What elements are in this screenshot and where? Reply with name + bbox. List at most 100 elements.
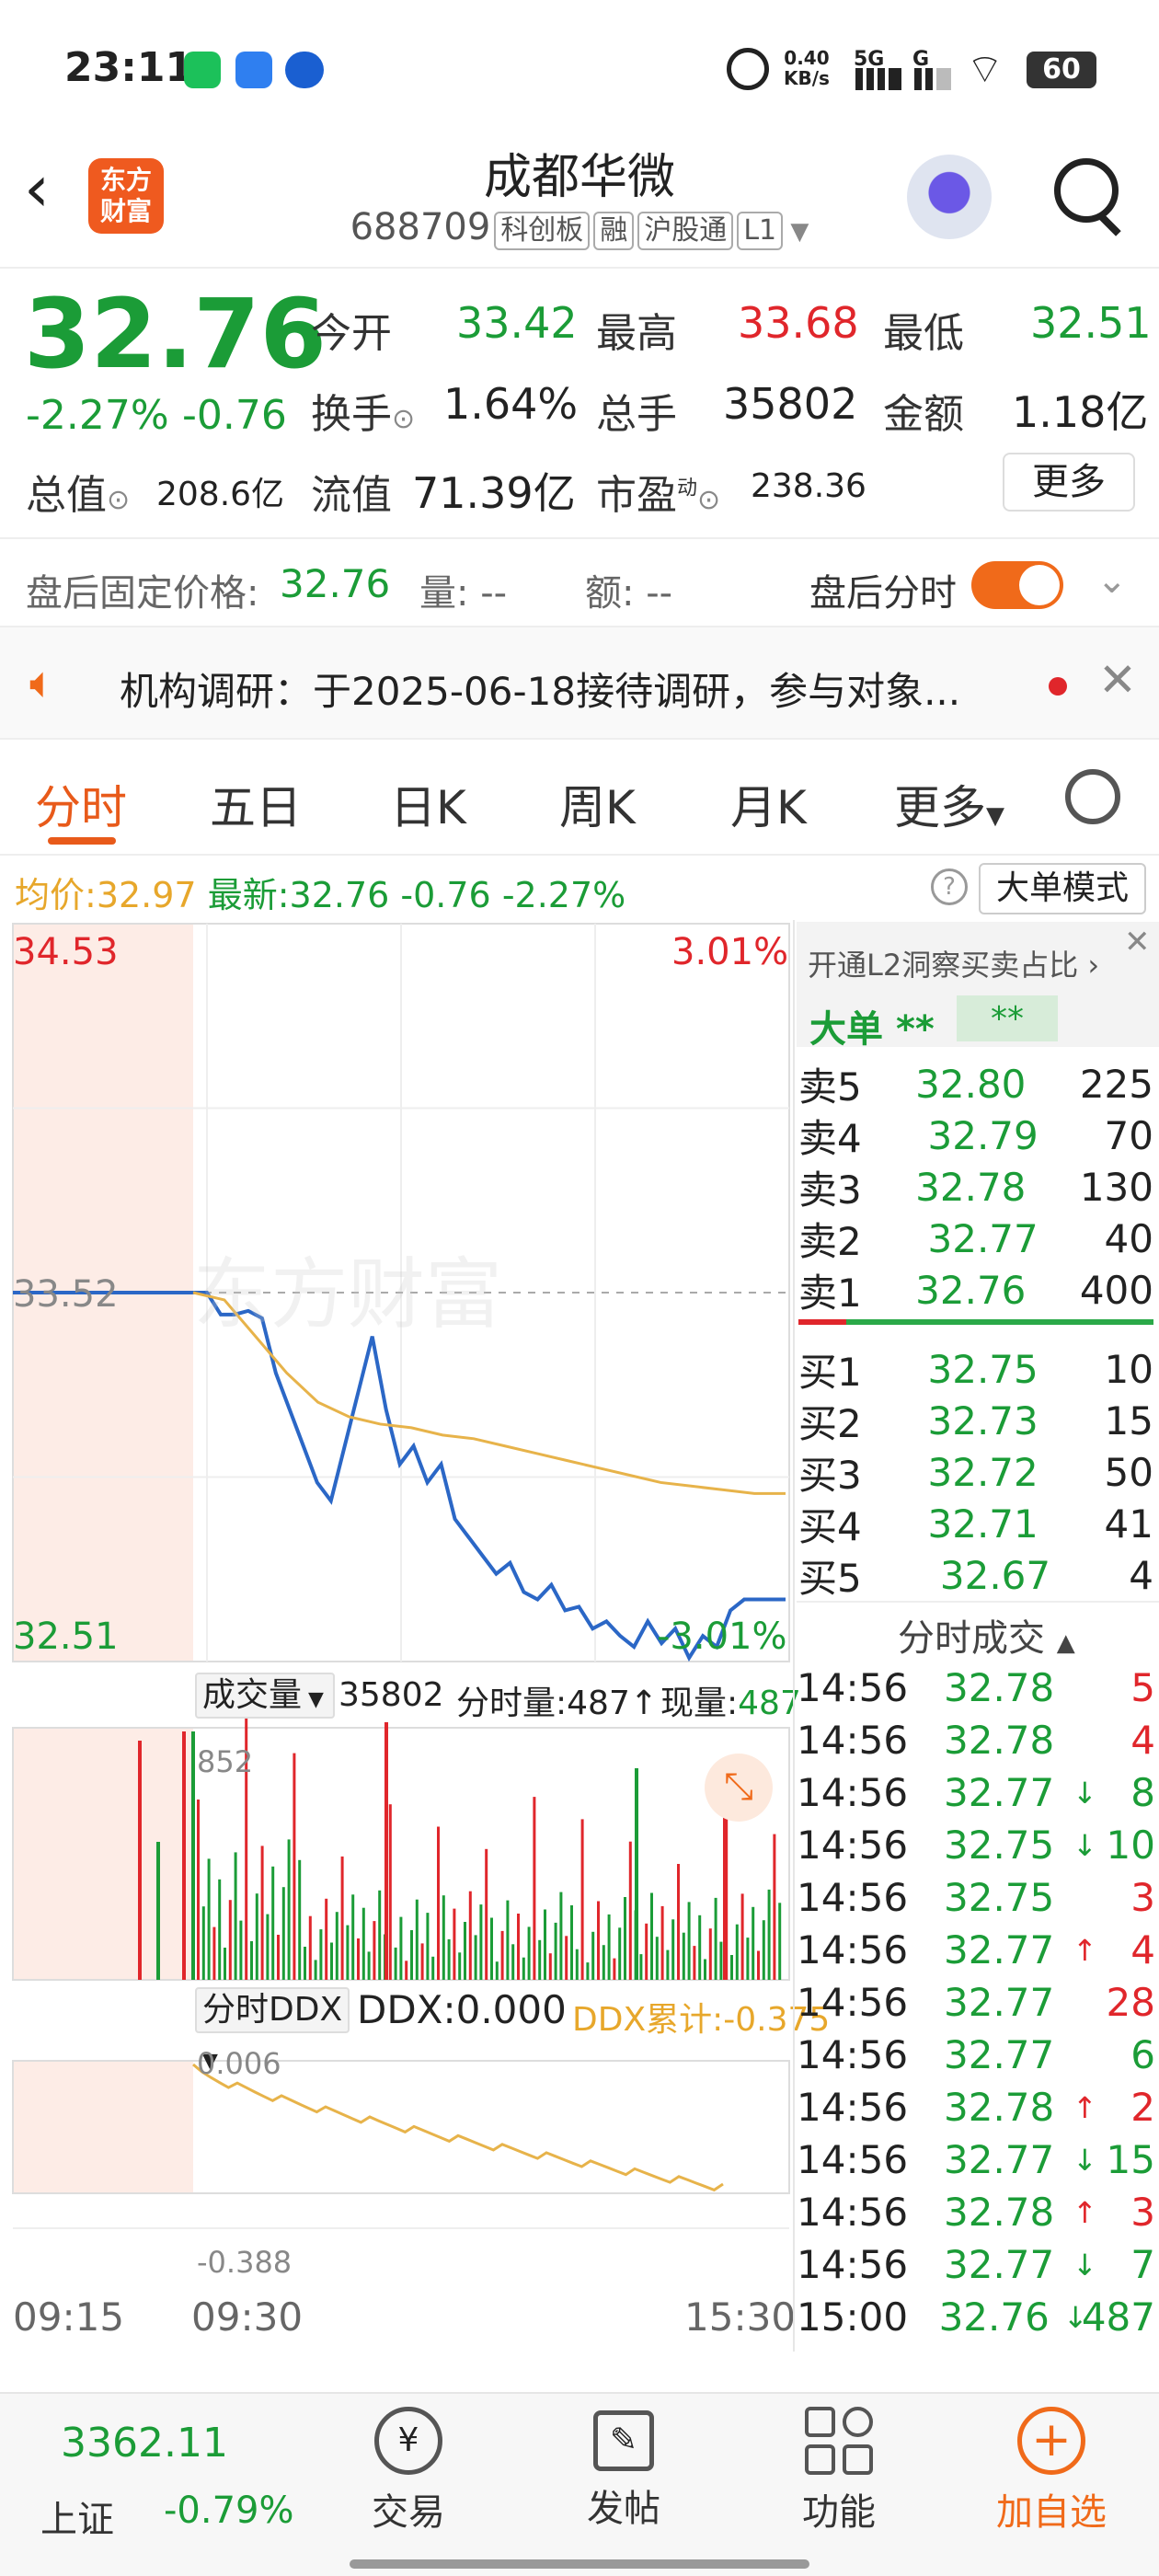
nav-trade[interactable]: ¥ 交易 — [353, 2407, 464, 2536]
volume-bar — [607, 1914, 611, 1980]
volume-bar — [767, 1889, 771, 1980]
bid-row[interactable]: 买4 32.71 41 — [798, 1498, 1153, 1549]
alarm-icon — [727, 48, 769, 90]
ask-row[interactable]: 卖5 32.80 225 — [798, 1058, 1153, 1110]
volume-total: 35802 — [339, 1676, 444, 1714]
notice-text[interactable]: 机构调研：于2025-06-18接待调研，参与对象... — [120, 661, 960, 717]
volume-bar — [255, 1893, 258, 1980]
volume-bar — [394, 1947, 397, 1980]
trade-volume: 4 — [1130, 1718, 1155, 1763]
tab-fenshi[interactable]: 分时 — [35, 771, 127, 837]
volume-bar — [218, 1879, 222, 1980]
trade-price: 32.77 — [944, 1980, 1055, 2025]
trade-time: 15:00 — [797, 2294, 909, 2340]
l2-link[interactable]: 开通L2洞察买卖占比 › — [808, 942, 1099, 984]
bid-row[interactable]: 买5 32.67 4 — [798, 1549, 1153, 1601]
tab-more[interactable]: 更多▼ — [894, 771, 1004, 837]
after-hours-amt: 额: -- — [585, 572, 673, 615]
wechat-icon — [184, 52, 221, 88]
badge-hgt: 沪股通 — [637, 212, 734, 250]
volume-bar — [260, 1846, 264, 1980]
tab-month-k[interactable]: 月K — [730, 771, 807, 837]
ask-row[interactable]: 卖1 32.76 400 — [798, 1264, 1153, 1316]
trade-row: 14:56 32.77 ↓ 7 — [797, 2238, 1155, 2291]
net-speed: 0.40 KB/s — [784, 47, 830, 89]
index-value[interactable]: 3362.11 — [61, 2420, 228, 2467]
trades-title[interactable]: 分时成交 ▲ — [898, 1608, 1075, 1662]
x-tick-0930: 09:30 — [191, 2294, 304, 2340]
ask-row[interactable]: 卖4 32.79 70 — [798, 1110, 1153, 1161]
ask-list: 卖5 32.80 225 卖4 32.79 70 卖3 32.78 130 卖2 32.77 4… — [798, 1058, 1153, 1316]
nav-functions[interactable]: 功能 — [784, 2407, 894, 2536]
volume-bar — [735, 1924, 739, 1980]
volume-value: 35802 — [723, 379, 858, 429]
settings-gear-icon[interactable] — [1065, 769, 1120, 824]
trade-price: 32.77 — [944, 2137, 1055, 2182]
volume-bar — [506, 1900, 510, 1980]
trade-volume: 2 — [1130, 2085, 1155, 2130]
volume-bar — [655, 1937, 659, 1980]
volume-bar — [308, 1915, 312, 1980]
bid-row[interactable]: 买3 32.72 50 — [798, 1446, 1153, 1498]
volume-bar — [746, 1938, 750, 1980]
volume-bar — [575, 1949, 579, 1980]
trade-volume: 15 — [1106, 2137, 1155, 2182]
trade-time: 14:56 — [797, 1718, 909, 1763]
chevron-down-icon[interactable]: ⌄ — [1096, 559, 1128, 602]
trade-time: 14:56 — [797, 2137, 909, 2182]
axis-price-bottom: 32.51 — [13, 1616, 119, 1658]
volume-bar — [399, 1916, 403, 1980]
help-icon[interactable]: ? — [931, 868, 968, 905]
bid-row[interactable]: 买2 32.73 15 — [798, 1395, 1153, 1446]
volume-bar — [740, 1893, 744, 1980]
after-hours-toggle[interactable] — [971, 561, 1063, 609]
volume-bar — [479, 1904, 483, 1980]
nav-add-watchlist[interactable]: + 加自选 — [982, 2407, 1120, 2536]
trade-arrow: ↑ — [1073, 1932, 1097, 1968]
nav-post[interactable]: ✎ 发帖 — [568, 2407, 679, 2532]
ask-row[interactable]: 卖2 32.77 40 — [798, 1213, 1153, 1264]
axis-pct-bottom: -3.01% — [657, 1616, 787, 1658]
volume-selector[interactable]: 成交量 ▼ — [195, 1673, 335, 1719]
current-volume: 现量:487 — [660, 1685, 801, 1722]
ask-row[interactable]: 卖3 32.78 130 — [798, 1161, 1153, 1213]
volume-bar — [335, 1912, 339, 1980]
trade-volume: 4 — [1130, 1927, 1155, 1972]
volume-bar — [618, 1927, 622, 1980]
ddx-selector[interactable]: 分时DDX ▼ — [195, 1987, 350, 2073]
volume-bar — [239, 1920, 243, 1980]
x-tick-1530: 15:30 — [684, 2294, 797, 2340]
trade-time: 14:56 — [797, 1770, 909, 1815]
after-hours-label: 盘后固定价格: — [26, 572, 259, 615]
volume-bar — [645, 1923, 648, 1980]
bid-row[interactable]: 买1 32.75 10 — [798, 1343, 1153, 1395]
trade-row: 14:56 32.77 ↑ 4 — [797, 1924, 1155, 1976]
close-icon[interactable]: ✕ — [1098, 653, 1137, 707]
volume-bar — [538, 1939, 542, 1980]
info-line: 均价:32.97 最新:32.76 -0.76 -2.27% — [15, 875, 626, 915]
volume-bar — [351, 1894, 355, 1980]
volume-bar — [565, 1936, 568, 1980]
trade-volume: 7 — [1130, 2242, 1155, 2287]
tab-day-k[interactable]: 日K — [390, 771, 466, 837]
tab-week-k[interactable]: 周K — [559, 771, 636, 837]
volume-bar — [415, 1899, 419, 1980]
volume-bar — [490, 1917, 493, 1980]
volume-bar — [197, 1800, 200, 1980]
badge-rong: 融 — [593, 212, 635, 250]
tab-5day[interactable]: 五日 — [210, 771, 302, 837]
buy-sell-ratio-bar — [798, 1319, 1153, 1325]
volume-bar — [330, 1942, 333, 1980]
expand-icon[interactable]: ⤡ — [705, 1754, 773, 1822]
banner-close-icon[interactable]: ✕ — [1124, 924, 1151, 960]
divider — [0, 267, 1159, 269]
last-price: 32.76 — [24, 278, 327, 390]
robot-assistant-icon[interactable] — [907, 155, 992, 239]
volume-spike — [182, 1731, 186, 1980]
grid-icon — [805, 2407, 873, 2475]
more-button[interactable]: 更多 — [1003, 453, 1135, 512]
search-icon[interactable] — [1054, 158, 1119, 223]
turnover-label: 换手⊙ — [311, 391, 416, 438]
home-indicator — [350, 2559, 809, 2569]
big-order-mode-button[interactable]: 大单模式 — [979, 863, 1146, 914]
